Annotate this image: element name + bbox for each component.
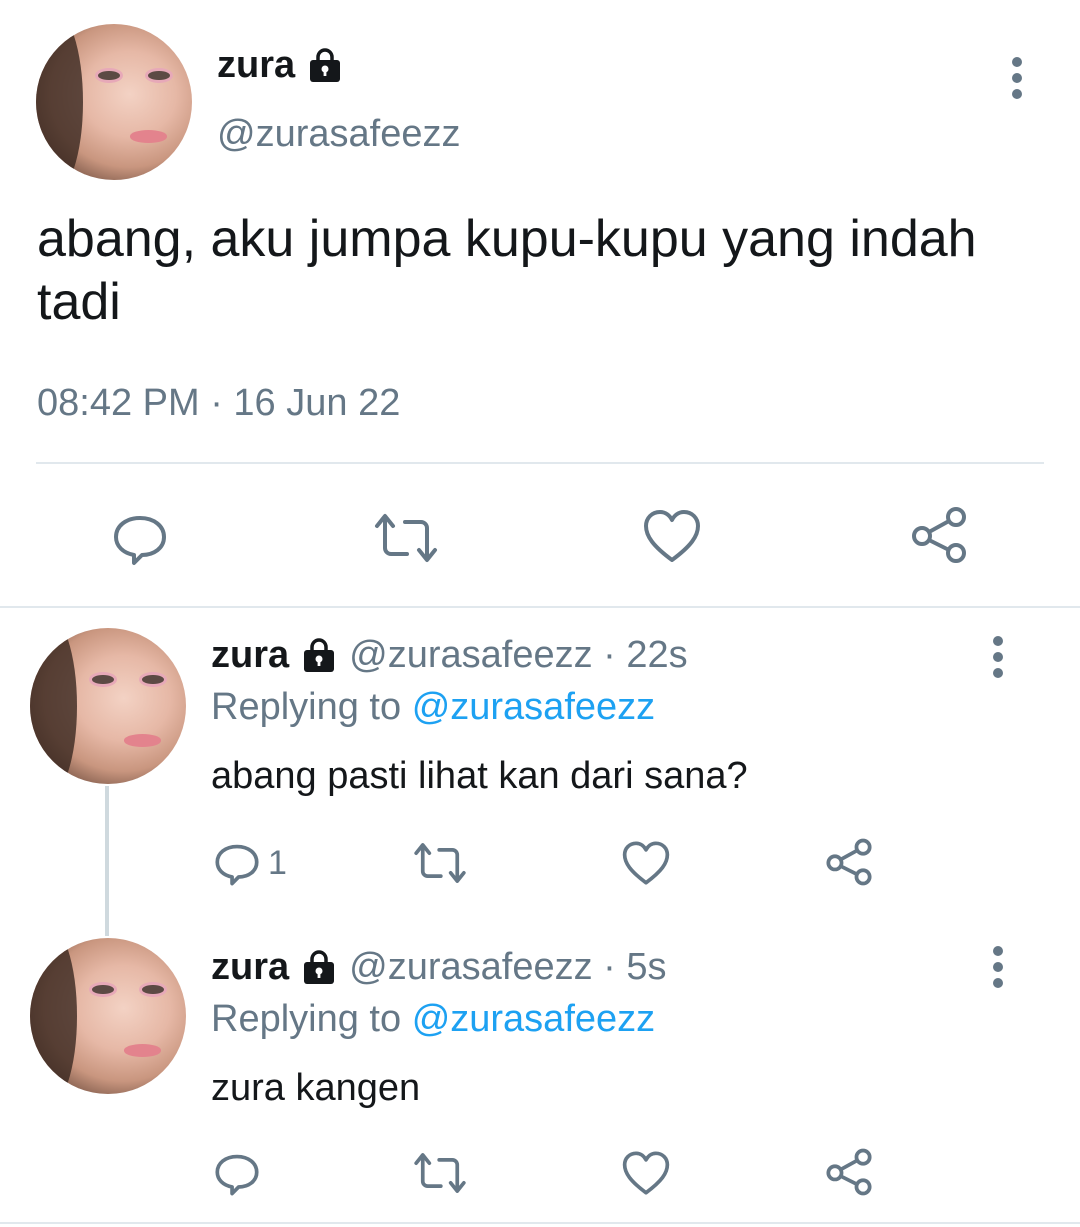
like-icon (622, 1151, 670, 1195)
share-button[interactable] (910, 506, 968, 564)
reply-header[interactable]: zura @zurasafeezz · 22s (211, 634, 688, 677)
more-icon[interactable] (992, 946, 1004, 988)
avatar[interactable] (36, 24, 192, 180)
like-button[interactable] (622, 1150, 670, 1196)
handle-time: @zurasafeezz · 22s (349, 634, 688, 676)
like-button[interactable] (622, 840, 670, 886)
share-icon (912, 507, 966, 563)
reply-button[interactable]: 1 (214, 840, 287, 886)
retweet-icon (414, 843, 466, 883)
reply-text: abang pasti lihat kan dari sana? (211, 755, 748, 797)
avatar[interactable] (30, 628, 186, 784)
divider (0, 606, 1080, 608)
lock-icon (304, 637, 335, 672)
like-icon (644, 510, 700, 562)
mention-link[interactable]: @zurasafeezz (412, 686, 655, 728)
avatar[interactable] (30, 938, 186, 1094)
retweet-icon (375, 514, 437, 562)
retweet-button[interactable] (412, 1150, 468, 1196)
replying-label: Replying to (211, 998, 402, 1040)
reply-icon (114, 516, 166, 565)
tweet-text: abang, aku jumpa kupu-kupu yang indah ta… (37, 210, 977, 331)
reply-button[interactable] (112, 510, 168, 566)
replying-to: Replying to @zurasafeezz (211, 686, 655, 729)
share-icon (826, 1148, 872, 1196)
display-name-text: zura (217, 44, 296, 86)
retweet-button[interactable] (373, 510, 439, 566)
divider (36, 462, 1044, 464)
share-icon (826, 838, 872, 886)
mention-link[interactable]: @zurasafeezz (412, 998, 655, 1040)
reply-icon (215, 1154, 259, 1196)
divider (0, 1222, 1080, 1224)
handle[interactable]: @zurasafeezz (217, 113, 460, 156)
display-name: zura (211, 634, 290, 676)
thread-line (105, 786, 109, 936)
tweet-timestamp[interactable]: 08:42 PM · 16 Jun 22 (37, 382, 400, 425)
reply-text: zura kangen (211, 1067, 421, 1109)
more-icon[interactable] (992, 636, 1004, 678)
retweet-icon (414, 1153, 466, 1193)
lock-icon (310, 47, 341, 82)
display-name: zura (211, 946, 290, 988)
like-button[interactable] (643, 508, 701, 564)
reply-count: 1 (268, 843, 287, 882)
more-icon[interactable] (1011, 57, 1023, 99)
lock-icon (304, 949, 335, 984)
replying-to: Replying to @zurasafeezz (211, 998, 655, 1041)
reply-header[interactable]: zura @zurasafeezz · 5s (211, 946, 667, 989)
handle-time: @zurasafeezz · 5s (349, 946, 667, 988)
reply-icon (215, 844, 259, 886)
replying-label: Replying to (211, 686, 402, 728)
like-icon (622, 841, 670, 885)
share-button[interactable] (825, 1148, 873, 1196)
reply-button[interactable] (214, 1150, 268, 1196)
retweet-button[interactable] (412, 840, 468, 886)
share-button[interactable] (825, 838, 873, 886)
display-name[interactable]: zura (217, 44, 345, 87)
